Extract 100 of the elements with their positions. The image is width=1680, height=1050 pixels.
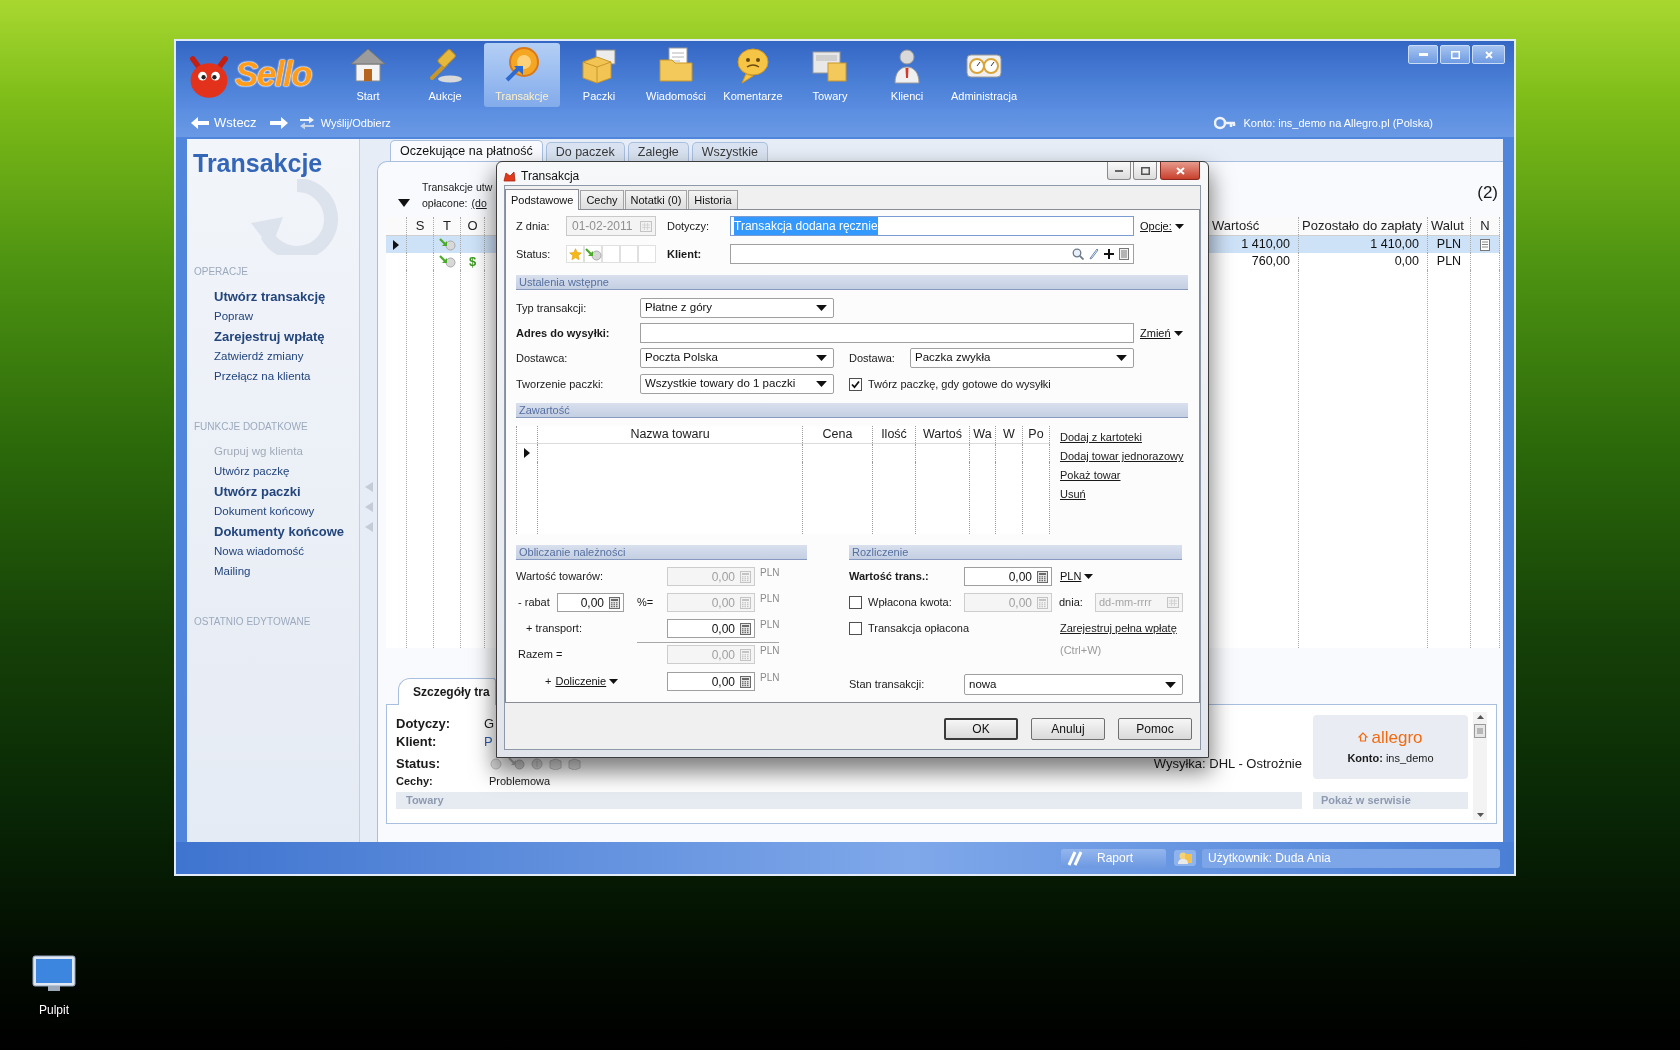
- tab[interactable]: Zaległe: [627, 142, 689, 161]
- client-link[interactable]: P: [484, 731, 493, 752]
- options-link[interactable]: Opcje:: [1140, 217, 1184, 235]
- monitor-icon[interactable]: [32, 955, 76, 993]
- arrow-coin-icon: [584, 247, 602, 261]
- shortcut-hint: (Ctrl+W): [1060, 642, 1102, 658]
- summary-link[interactable]: (do: [471, 195, 487, 211]
- field-label: Klient:: [396, 732, 438, 751]
- field-label: Twórz paczkę, gdy gotowe do wysyłki: [868, 376, 1051, 392]
- field-label: dnia:: [1059, 595, 1084, 611]
- sidebar-link[interactable]: Utwórz transakcję: [214, 287, 326, 307]
- app-logo-icon: [503, 170, 516, 182]
- field-value: Problemowa: [489, 773, 551, 789]
- sidebar-link[interactable]: Dokumenty końcowe: [214, 522, 345, 542]
- search-icon[interactable]: [1072, 248, 1084, 260]
- account-label: Konto: ins_demo na Allegro.pl (Polska): [1243, 115, 1433, 131]
- link[interactable]: Usuń: [1060, 486, 1086, 503]
- sidebar-link[interactable]: Utwórz paczki: [214, 482, 301, 502]
- checkbox[interactable]: [849, 622, 862, 635]
- minimize-button[interactable]: [1107, 162, 1131, 180]
- tab[interactable]: Wszystkie: [691, 142, 769, 161]
- change-link[interactable]: Zmień: [1140, 324, 1183, 342]
- calendar-icon: [1167, 597, 1179, 608]
- dropdown[interactable]: Wszystkie towary do 1 paczki: [640, 374, 834, 394]
- arrow-right-icon[interactable]: [269, 117, 288, 129]
- toolbar-button[interactable]: Klienci: [869, 43, 945, 107]
- toolbar-button[interactable]: Administracja: [946, 43, 1022, 107]
- field-label: + transport:: [525, 621, 583, 637]
- field-label: Dostawa:: [849, 350, 896, 366]
- field-label: %=: [637, 595, 655, 611]
- tab[interactable]: Szczegóły tra: [398, 678, 496, 705]
- link[interactable]: Pokaż towar: [1060, 467, 1121, 484]
- toolbar-button[interactable]: Start: [330, 43, 406, 107]
- tab[interactable]: Notatki (0): [624, 190, 688, 209]
- maximize-button[interactable]: [1133, 162, 1157, 180]
- toolbar-button[interactable]: Paczki: [561, 43, 637, 107]
- sidebar-link[interactable]: Nowa wiadomość: [214, 543, 305, 561]
- table-cell: 0,00: [1299, 253, 1428, 270]
- plus-icon[interactable]: [1104, 249, 1114, 259]
- caret-icon: [1173, 330, 1183, 336]
- key-icon: [1214, 116, 1237, 130]
- sidebar-link[interactable]: Mailing: [214, 563, 251, 581]
- calculator-icon: [740, 675, 751, 688]
- link[interactable]: Dodaj z kartoteki: [1060, 429, 1142, 446]
- toolbar-button[interactable]: Komentarze: [715, 43, 791, 107]
- input-field[interactable]: [640, 323, 1134, 343]
- status-slot[interactable]: [566, 245, 584, 263]
- currency-link[interactable]: PLN: [1060, 568, 1094, 585]
- field-label: Wartość trans.:: [849, 569, 930, 585]
- sidebar-link[interactable]: Zarejestruj wpłatę: [214, 327, 325, 347]
- sidebar-link[interactable]: Popraw: [214, 308, 253, 326]
- column-header: Ilość: [873, 426, 916, 443]
- currency-label: PLN: [760, 672, 780, 684]
- toolbar-button[interactable]: Wiadomości: [638, 43, 714, 107]
- arrow-coin-icon: [438, 238, 456, 251]
- logo-text: Sello: [235, 54, 312, 94]
- caret-icon: [609, 679, 619, 684]
- collapse-triangle-icon[interactable]: [398, 199, 410, 207]
- toolbar-button[interactable]: Aukcje: [407, 43, 483, 107]
- field-label: Razem =: [517, 647, 564, 663]
- status-slot[interactable]: [584, 245, 602, 263]
- sidebar-link[interactable]: Zatwierdź zmiany: [214, 348, 304, 366]
- list-icon[interactable]: [1119, 248, 1129, 260]
- sidebar-link[interactable]: Utwórz paczkę: [214, 463, 290, 481]
- dialog-button[interactable]: Pomoc: [1118, 718, 1192, 740]
- tab[interactable]: Oczekujące na płatność: [390, 140, 543, 161]
- dropdown[interactable]: Paczka zwykła: [910, 348, 1134, 368]
- field-label: Wpłacona kwota:: [868, 595, 952, 611]
- dropdown[interactable]: Poczta Polska: [640, 348, 834, 368]
- close-button[interactable]: [1160, 162, 1200, 180]
- dropdown[interactable]: Płatne z góry: [640, 298, 834, 318]
- desktop-icon-label[interactable]: Pulpit: [39, 1001, 69, 1019]
- star-icon: [568, 247, 582, 261]
- dropdown-link[interactable]: Doliczenie: [555, 673, 619, 690]
- calculator-icon: [1037, 570, 1048, 583]
- tab[interactable]: Historia: [688, 190, 738, 209]
- number-field[interactable]: 0,00: [964, 567, 1052, 586]
- table-cell: PLN: [1428, 253, 1471, 270]
- pencil-icon[interactable]: [1089, 248, 1099, 260]
- user-icon: [1173, 849, 1197, 867]
- field-label: Stan transakcji:: [849, 677, 926, 693]
- checkbox[interactable]: [849, 377, 862, 391]
- number-field[interactable]: 0,00: [667, 672, 755, 691]
- dialog-button[interactable]: Anuluj: [1031, 718, 1105, 740]
- toolbar-button[interactable]: Towary: [792, 43, 868, 107]
- sidebar-link[interactable]: Dokument końcowy: [214, 503, 315, 521]
- client-field[interactable]: [730, 244, 1134, 264]
- dialog-button[interactable]: OK: [944, 718, 1018, 740]
- section-heading: FUNKCJE DODATKOWE: [194, 421, 309, 433]
- sidebar-link[interactable]: Przełącz na klienta: [214, 368, 311, 386]
- column-header: Walut: [1428, 217, 1471, 235]
- dropdown[interactable]: nowa: [964, 674, 1183, 695]
- tab[interactable]: Podstawowe: [505, 189, 580, 210]
- tab[interactable]: Cechy: [580, 190, 624, 209]
- link[interactable]: Zarejestruj pełna wpłatę: [1060, 620, 1177, 637]
- number-field[interactable]: 0,00: [667, 619, 755, 638]
- arrows-icon: [298, 116, 315, 130]
- maximize-icon: [1140, 166, 1150, 175]
- link[interactable]: Dodaj towar jednorazowy: [1060, 448, 1184, 465]
- tab[interactable]: Do paczek: [545, 142, 625, 161]
